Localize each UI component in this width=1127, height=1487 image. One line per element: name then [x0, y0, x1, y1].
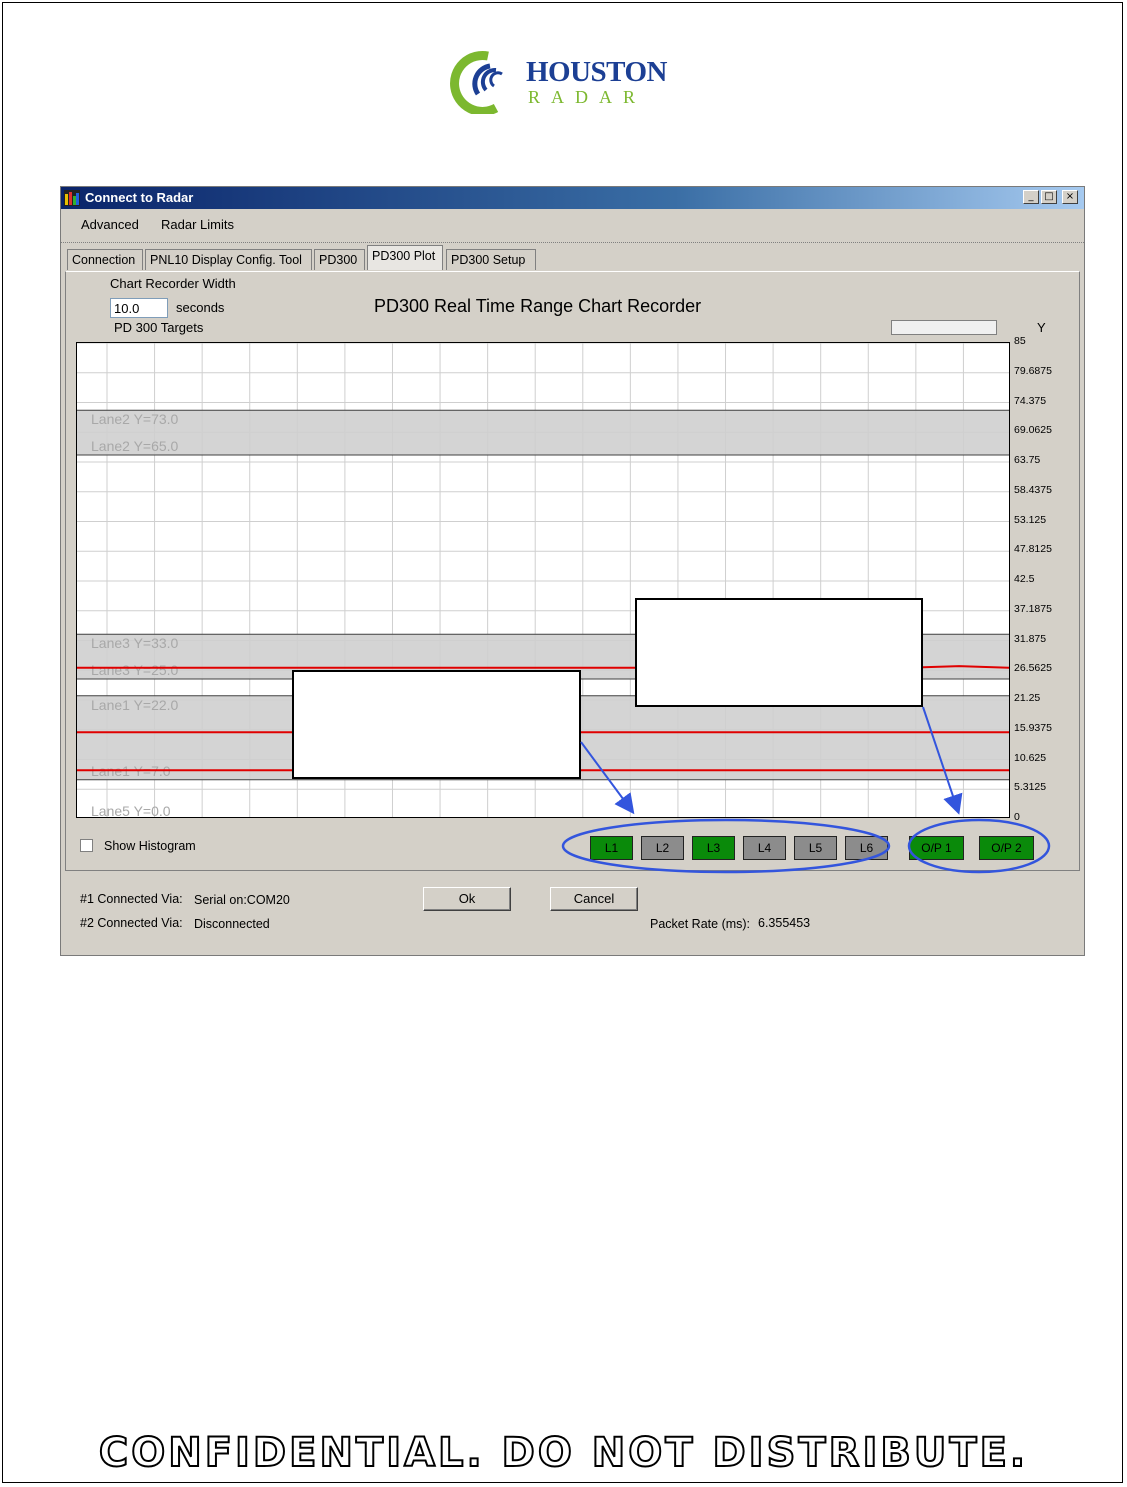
lane-label: Lane2 Y=73.0 — [91, 411, 179, 427]
y-tick-label: 37.1875 — [1014, 602, 1052, 615]
chart-title: PD300 Real Time Range Chart Recorder — [374, 296, 702, 316]
lane-label: Lane5 Y=0.0 — [91, 803, 171, 818]
show-histogram-checkbox[interactable] — [80, 839, 93, 852]
output-button-1[interactable]: O/P 1 — [909, 836, 964, 860]
targets-label: PD 300 Targets — [114, 320, 204, 335]
maximize-button[interactable]: □ — [1041, 190, 1057, 204]
y-tick-label: 58.4375 — [1014, 483, 1052, 496]
packet-rate-value: 6.355453 — [758, 916, 811, 930]
minimize-button[interactable]: _ — [1023, 190, 1039, 204]
y-tick-label: 26.5625 — [1014, 662, 1052, 675]
lane-callout-box — [292, 670, 581, 779]
chart-width-label: Chart Recorder Width — [110, 276, 236, 291]
progress-indicator — [891, 320, 997, 335]
y-tick-label: 0 — [1014, 811, 1020, 823]
tab-strip: Connection PNL10 Display Config. Tool PD… — [65, 245, 1088, 271]
menu-advanced[interactable]: Advanced — [81, 217, 139, 232]
lane-label: Lane2 Y=65.0 — [91, 438, 179, 454]
y-tick-label: 79.6875 — [1014, 364, 1052, 377]
y-tick-label: 85 — [1014, 335, 1026, 347]
ok-button[interactable]: Ok — [423, 887, 511, 911]
y-axis-ticks: 85 79.6875 74.375 69.0625 63.75 58.4375 53.125… — [1014, 325, 1084, 825]
y-tick-label: 10.625 — [1014, 751, 1047, 764]
lane-button-l2[interactable]: L2 — [641, 836, 684, 860]
tab-pd300-plot[interactable]: PD300 Plot — [367, 245, 443, 270]
lane-label: Lane3 Y=25.0 — [91, 662, 179, 678]
chart-width-unit: seconds — [176, 300, 225, 315]
show-histogram-label: Show Histogram — [104, 839, 196, 853]
conn2-label: #2 Connected Via: — [80, 916, 183, 930]
lane-button-l3[interactable]: L3 — [692, 836, 735, 860]
cancel-button[interactable]: Cancel — [550, 887, 638, 911]
y-tick-label: 5.3125 — [1014, 781, 1047, 794]
y-tick-label: 53.125 — [1014, 513, 1047, 526]
output-button-2[interactable]: O/P 2 — [979, 836, 1034, 860]
y-tick-label: 74.375 — [1014, 394, 1047, 407]
app-icon — [64, 190, 80, 206]
tab-connection[interactable]: Connection — [67, 249, 143, 270]
menu-bar: Advanced Radar Limits — [61, 211, 1084, 237]
conn2-value: Disconnected — [194, 917, 270, 931]
conn1-value: Serial on:COM20 — [194, 893, 290, 907]
y-tick-label: 69.0625 — [1014, 424, 1052, 437]
tab-pnl10-display-config[interactable]: PNL10 Display Config. Tool — [145, 249, 312, 270]
lane-button-l5[interactable]: L5 — [794, 836, 837, 860]
menu-radar-limits[interactable]: Radar Limits — [161, 217, 234, 232]
lane-button-l1[interactable]: L1 — [590, 836, 633, 860]
y-tick-label: 42.5 — [1014, 573, 1035, 585]
tab-pd300-setup[interactable]: PD300 Setup — [446, 249, 536, 270]
close-button[interactable]: × — [1062, 190, 1078, 204]
tab-pd300[interactable]: PD300 — [314, 249, 365, 270]
lane-button-l6[interactable]: L6 — [845, 836, 888, 860]
logo-word-radar: RADAR — [528, 87, 647, 107]
y-tick-label: 15.9375 — [1014, 721, 1052, 734]
y-tick-label: 21.25 — [1014, 692, 1041, 704]
output-callout-box — [635, 598, 923, 707]
chart-width-input[interactable] — [110, 298, 168, 318]
packet-rate-label: Packet Rate (ms): — [650, 917, 751, 931]
conn1-label: #1 Connected Via: — [80, 892, 183, 906]
menu-separator — [61, 242, 1084, 245]
title-bar[interactable]: Connect to Radar _ □ × — [61, 187, 1084, 209]
confidential-footer: CONFIDENTIAL. DO NOT DISTRIBUTE. — [98, 1429, 1029, 1477]
lane-button-l4[interactable]: L4 — [743, 836, 786, 860]
y-tick-label: 31.875 — [1014, 632, 1047, 645]
lane-label: Lane3 Y=33.0 — [91, 635, 179, 651]
houston-radar-logo: HOUSTON RADAR — [448, 50, 678, 114]
logo-word-houston: HOUSTON — [526, 56, 668, 88]
y-tick-label: 47.8125 — [1014, 543, 1052, 556]
y-tick-label: 63.75 — [1014, 454, 1041, 466]
lane-label: Lane1 Y=22.0 — [91, 697, 179, 713]
window-title: Connect to Radar — [85, 190, 194, 205]
